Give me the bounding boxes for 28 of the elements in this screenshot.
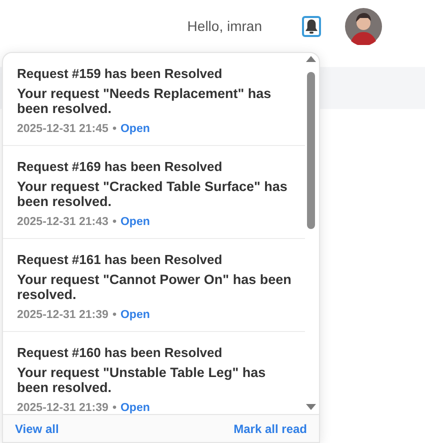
- notification-message: Your request "Cannot Power On" has been resolved.: [17, 272, 292, 302]
- notification-time: 2025-12-31 21:39: [17, 308, 108, 323]
- separator-dot: •: [112, 401, 116, 414]
- notification-button[interactable]: [302, 16, 321, 36]
- notification-message: Your request "Unstable Table Leg" has been resolved.: [17, 365, 267, 395]
- notification-title: Request #161 has been Resolved: [17, 252, 224, 268]
- scroll-down-icon[interactable]: [306, 404, 316, 410]
- separator-dot: •: [112, 122, 116, 137]
- open-link[interactable]: Open: [120, 308, 150, 323]
- view-all-link[interactable]: View all: [15, 420, 59, 438]
- separator-dot: •: [112, 215, 116, 230]
- notification-title: Request #159 has been Resolved: [17, 66, 224, 82]
- open-link[interactable]: Open: [120, 215, 150, 230]
- notification-time: 2025-12-31 21:43: [17, 215, 108, 230]
- open-link[interactable]: Open: [120, 122, 150, 137]
- greeting-text: Hello, imran: [187, 16, 262, 36]
- scroll-up-icon[interactable]: [306, 56, 316, 62]
- notification-message: Your request "Cracked Table Surface" has been resolved.: [17, 179, 288, 209]
- notification-title: Request #169 has been Resolved: [17, 159, 224, 175]
- separator-dot: •: [112, 308, 116, 323]
- avatar-icon[interactable]: [345, 8, 382, 44]
- notification-title: Request #160 has been Resolved: [17, 345, 224, 361]
- bell-icon: [305, 18, 318, 34]
- mark-all-read-link[interactable]: Mark all read: [234, 420, 307, 438]
- open-link[interactable]: Open: [120, 401, 150, 414]
- notification-time: 2025-12-31 21:45: [17, 122, 108, 137]
- notification-time: 2025-12-31 21:39: [17, 401, 108, 414]
- notification-message: Your request "Needs Replacement" has been resolved.: [17, 86, 272, 116]
